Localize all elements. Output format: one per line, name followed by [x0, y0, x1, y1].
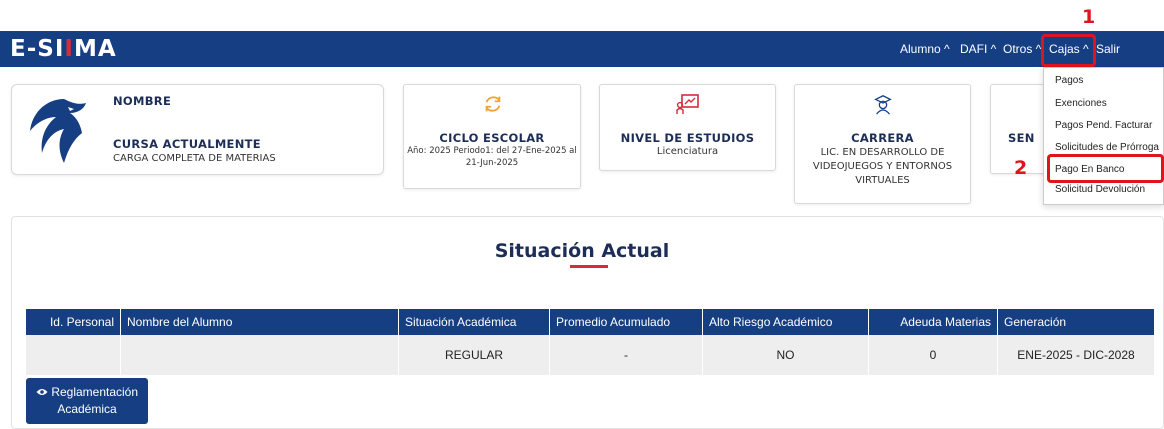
ciclo-line2: 21-Jun-2025	[465, 158, 519, 168]
graduate-icon	[874, 95, 892, 115]
presentation-chart-icon	[676, 94, 699, 114]
nivel-title: NIVEL DE ESTUDIOS	[620, 131, 755, 145]
situacion-title: Situación Actual	[494, 240, 670, 262]
cell-generacion: ENE-2025 - DIC-2028	[997, 335, 1154, 375]
cajas-dropdown-menu: Pagos Exenciones Pagos Pend. Facturar So…	[1043, 67, 1164, 205]
col-adeuda-materias[interactable]: Adeuda Materias	[868, 309, 998, 335]
refresh-icon	[485, 96, 501, 112]
menu-item-pagos[interactable]: Pagos	[1055, 75, 1083, 86]
table-header-row: Id. Personal Nombre del Alumno Situación…	[26, 309, 1154, 335]
carrera-card: CARRERA LIC. EN DESARROLLO DE VIDEOJUEGO…	[794, 84, 971, 204]
carrera-title: CARRERA	[851, 131, 914, 145]
situacion-table: Id. Personal Nombre del Alumno Situación…	[26, 309, 1154, 375]
menu-item-exenciones[interactable]: Exenciones	[1055, 98, 1107, 109]
pago-en-banco-highlight	[1047, 154, 1164, 183]
cell-promedio-acumulado: -	[549, 335, 703, 375]
nav-dafi[interactable]: DAFI ^	[960, 42, 996, 56]
reglamentacion-button[interactable]: Reglamentación Académica	[26, 378, 148, 424]
title-underline	[570, 265, 608, 268]
nav-salir[interactable]: Salir	[1096, 42, 1120, 56]
annotation-step-2: 2	[1014, 157, 1028, 179]
reglamentacion-line1: Reglamentación	[51, 385, 139, 399]
ciclo-line1: Año: 2025 Periodo1: del 27-Ene-2025 al	[407, 146, 577, 156]
ciclo-title: CICLO ESCOLAR	[439, 131, 545, 145]
menu-item-solicitud-devolucion[interactable]: Solicitud Devolución	[1055, 184, 1145, 195]
eagle-logo-icon	[30, 99, 86, 163]
carrera-line3: VIRTUALES	[855, 175, 910, 186]
col-id-personal[interactable]: Id. Personal	[26, 309, 121, 335]
cell-alto-riesgo: NO	[702, 335, 869, 375]
menu-item-pagos-pend-facturar[interactable]: Pagos Pend. Facturar	[1055, 120, 1152, 131]
nav-otros[interactable]: Otros ^	[1003, 42, 1041, 56]
cell-id-personal	[26, 335, 121, 375]
carrera-line2: VIDEOJUEGOS Y ENTORNOS	[812, 161, 953, 172]
cell-adeuda-materias: 0	[868, 335, 998, 375]
reglamentacion-line2: Académica	[57, 402, 117, 416]
col-promedio-acumulado[interactable]: Promedio Acumulado	[549, 309, 703, 335]
top-navbar: E-SIIMA Alumno ^ DAFI ^ Otros ^ Cajas ^ …	[0, 31, 1164, 67]
cajas-highlight	[1041, 34, 1096, 67]
eye-icon	[36, 389, 48, 395]
nombre-label: NOMBRE	[113, 94, 172, 108]
menu-item-solicitudes-prorroga[interactable]: Solicitudes de Prórroga	[1055, 142, 1159, 153]
esima-logo[interactable]: E-SIIMA	[10, 35, 117, 63]
col-generacion[interactable]: Generación	[997, 309, 1154, 335]
nivel-estudios-card: NIVEL DE ESTUDIOS Licenciatura	[599, 84, 776, 171]
carrera-line1: LIC. EN DESARROLLO DE	[820, 147, 945, 158]
table-row: REGULAR - NO 0 ENE-2025 - DIC-2028	[26, 335, 1154, 375]
cursa-label: CURSA ACTUALMENTE	[113, 137, 261, 151]
nivel-value: Licenciatura	[656, 146, 719, 157]
student-card: NOMBRE CURSA ACTUALMENTE CARGA COMPLETA …	[11, 84, 384, 175]
cell-situacion-academica: REGULAR	[398, 335, 550, 375]
nav-alumno[interactable]: Alumno ^	[900, 42, 950, 56]
col-situacion-academica[interactable]: Situación Académica	[398, 309, 550, 335]
col-alto-riesgo[interactable]: Alto Riesgo Académico	[702, 309, 869, 335]
partial-card-title: SEN	[1008, 131, 1035, 145]
annotation-step-1: 1	[1082, 6, 1096, 28]
cell-nombre-alumno	[120, 335, 399, 375]
col-nombre-alumno[interactable]: Nombre del Alumno	[120, 309, 399, 335]
cursa-value: CARGA COMPLETA DE MATERIAS	[113, 153, 276, 164]
ciclo-escolar-card: CICLO ESCOLAR Año: 2025 Periodo1: del 27…	[403, 84, 581, 189]
